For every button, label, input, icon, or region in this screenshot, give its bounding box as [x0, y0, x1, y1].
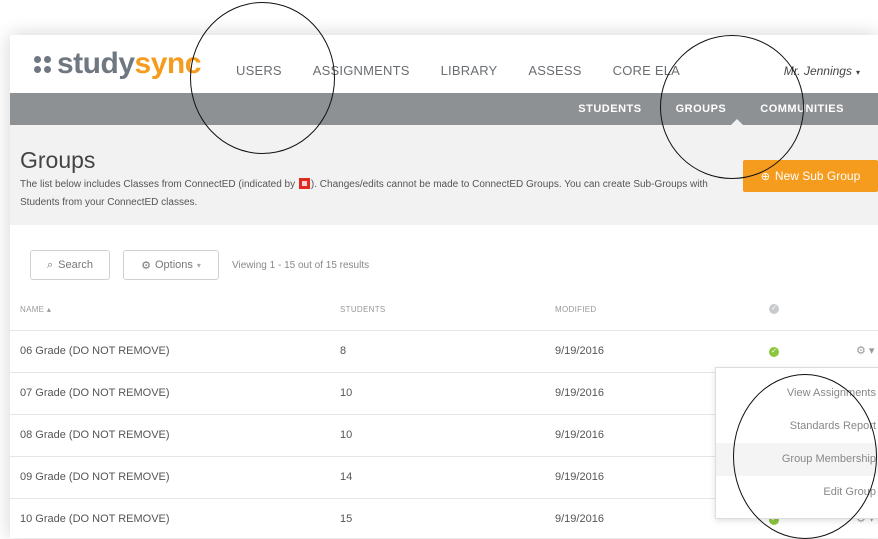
status-column-check-icon: ✓ [769, 304, 779, 314]
page-title: Groups [20, 147, 96, 173]
row-gear-icon[interactable]: ⚙ ▾ [856, 344, 874, 357]
column-header-name[interactable]: NAME ▴ [20, 305, 51, 314]
new-sub-group-label: New Sub Group [774, 169, 861, 183]
nav-library[interactable]: LIBRARY [441, 63, 498, 78]
column-header-modified[interactable]: MODIFIED [555, 305, 597, 314]
student-count: 10 [340, 429, 353, 441]
group-name: 07 Grade (DO NOT REMOVE) [20, 387, 170, 399]
nav-assess[interactable]: ASSESS [528, 63, 581, 78]
connected-icon [298, 178, 310, 189]
student-count: 10 [340, 387, 353, 399]
search-label: Search [58, 259, 94, 271]
modified-date: 9/19/2016 [555, 345, 604, 357]
column-header-students[interactable]: STUDENTS [340, 305, 386, 314]
gear-icon: ⚙ [141, 259, 151, 272]
options-label: Options [154, 259, 193, 271]
status-check-icon: ✓ [769, 347, 779, 357]
search-button[interactable]: ⌕ Search [30, 250, 110, 280]
modified-date: 9/19/2016 [555, 471, 604, 483]
student-count: 15 [340, 513, 353, 525]
subnav-students[interactable]: STUDENTS [578, 103, 641, 115]
modified-date: 9/19/2016 [555, 513, 604, 525]
group-name: 09 Grade (DO NOT REMOVE) [20, 471, 170, 483]
group-name: 06 Grade (DO NOT REMOVE) [20, 345, 170, 357]
modified-date: 9/19/2016 [555, 429, 604, 441]
modified-date: 9/19/2016 [555, 387, 604, 399]
page-description: The list below includes Classes from Con… [20, 176, 710, 212]
logo-text-study: study [57, 47, 135, 80]
group-name: 08 Grade (DO NOT REMOVE) [20, 429, 170, 441]
group-name: 10 Grade (DO NOT REMOVE) [20, 513, 170, 525]
studysync-logo[interactable]: study sync [34, 47, 201, 80]
logo-dots-icon [34, 55, 51, 73]
student-count: 14 [340, 471, 353, 483]
search-icon: ⌕ [46, 258, 54, 271]
annotation-circle [660, 35, 804, 179]
annotation-circle [733, 374, 877, 539]
chevron-down-icon: ▾ [196, 260, 201, 270]
results-count: Viewing 1 - 15 out of 15 results [232, 260, 370, 271]
chevron-down-icon: ▾ [855, 68, 860, 77]
annotation-circle [190, 2, 335, 154]
options-button[interactable]: ⚙ Options ▾ [123, 250, 219, 280]
student-count: 8 [340, 345, 347, 357]
description-text-before: The list below includes Classes from Con… [20, 179, 298, 190]
